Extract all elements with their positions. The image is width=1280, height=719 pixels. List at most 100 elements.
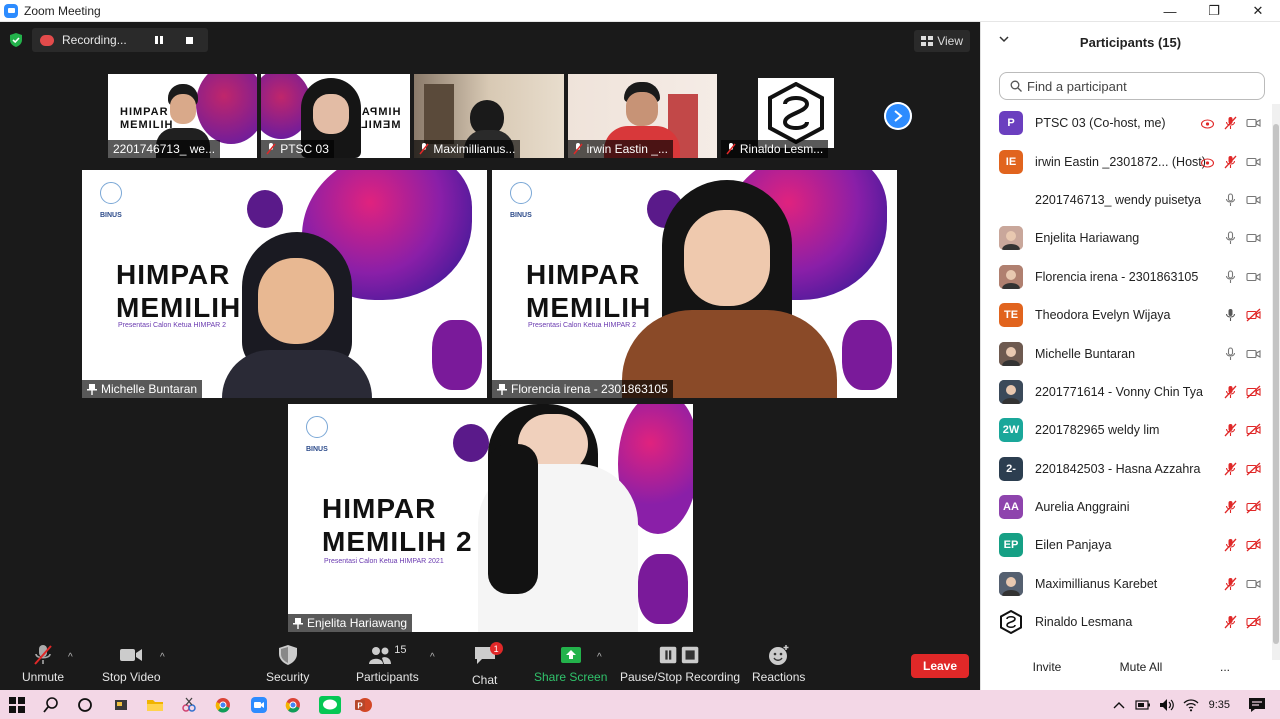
participant-row[interactable]: EP Eilen Panjaya: [981, 526, 1271, 564]
video-thumbnail[interactable]: HIMPAR MEMILIH 2201746713_ we...: [108, 74, 258, 158]
minimize-button[interactable]: —: [1148, 0, 1192, 22]
leave-button[interactable]: Leave: [911, 654, 969, 678]
video-on-icon[interactable]: [1246, 155, 1261, 169]
participant-row[interactable]: Michelle Buntaran: [981, 334, 1271, 372]
close-button[interactable]: ✕: [1236, 0, 1280, 22]
video-off-icon[interactable]: [1246, 308, 1261, 322]
line-app-icon[interactable]: [316, 694, 344, 716]
windows-start-icon[interactable]: [6, 694, 28, 716]
file-explorer-icon[interactable]: [144, 694, 166, 716]
notifications-icon[interactable]: [1248, 697, 1266, 713]
participant-row[interactable]: 2- 2201842503 - Hasna Azzahra: [981, 450, 1271, 488]
share-options-caret[interactable]: ^: [597, 652, 602, 663]
volume-icon[interactable]: [1159, 698, 1175, 712]
stop-recording-button[interactable]: [178, 31, 200, 49]
video-off-icon[interactable]: [1246, 423, 1261, 437]
restore-button[interactable]: ❐: [1192, 0, 1236, 22]
window-controls: — ❐ ✕: [1148, 0, 1280, 22]
video-on-icon[interactable]: [1246, 577, 1261, 591]
mute-all-button[interactable]: Mute All: [1115, 656, 1167, 678]
task-view-icon[interactable]: [110, 694, 132, 716]
video-on-icon[interactable]: [1246, 231, 1261, 245]
snipping-tool-icon[interactable]: [178, 694, 200, 716]
participant-row[interactable]: 2201746713_ wendy puisetya: [981, 181, 1271, 219]
participants-options-caret[interactable]: ^: [430, 652, 435, 663]
tile-name-label: Enjelita Hariawang: [288, 614, 413, 632]
video-on-icon[interactable]: [1246, 270, 1261, 284]
next-page-button[interactable]: [884, 102, 912, 130]
mic-icon[interactable]: [1223, 346, 1238, 361]
participant-row[interactable]: IE irwin Eastin _2301872... (Host): [981, 142, 1271, 180]
participant-row[interactable]: Maximillianus Karebet: [981, 565, 1271, 603]
encryption-shield-icon[interactable]: [8, 32, 24, 48]
video-thumbnail[interactable]: Rinaldo Lesm...: [720, 74, 871, 158]
muted-mic-icon[interactable]: [1223, 462, 1238, 476]
pause-stop-recording-button[interactable]: Pause/Stop Recording: [620, 644, 740, 684]
mic-active-icon[interactable]: [1223, 308, 1238, 322]
video-off-icon[interactable]: [1246, 538, 1261, 552]
chrome-icon[interactable]: [212, 694, 234, 716]
video-tile[interactable]: BINUS HIMPAR MEMILIH Presentasi Calon Ket…: [82, 170, 487, 398]
mic-icon[interactable]: [1223, 231, 1238, 245]
participants-button[interactable]: 15 Participants: [356, 644, 419, 684]
search-input[interactable]: [1027, 78, 1247, 94]
muted-mic-icon[interactable]: [1223, 385, 1238, 399]
video-on-icon[interactable]: [1246, 116, 1261, 130]
security-button[interactable]: Security: [266, 644, 309, 684]
muted-mic-icon[interactable]: [1223, 155, 1238, 169]
participant-row[interactable]: 2W 2201782965 weldy lim: [981, 411, 1271, 449]
video-thumbnail[interactable]: HIMPAR MEMILIH PTSC 03: [261, 74, 411, 158]
participant-name: 2201771614 - Vonny Chin Tya: [1035, 384, 1203, 399]
mic-icon[interactable]: [1223, 193, 1238, 207]
muted-mic-icon[interactable]: [1223, 615, 1238, 629]
video-thumbnail[interactable]: Maximillianus...: [414, 74, 564, 158]
muted-mic-icon[interactable]: [1223, 500, 1238, 514]
reactions-button[interactable]: Reactions: [752, 644, 805, 684]
participant-row[interactable]: Enjelita Hariawang: [981, 219, 1271, 257]
video-off-icon[interactable]: [1246, 462, 1261, 476]
video-thumbnail[interactable]: irwin Eastin _...: [567, 74, 717, 158]
pause-recording-button[interactable]: [148, 31, 170, 49]
video-on-icon[interactable]: [1246, 347, 1261, 361]
mic-icon[interactable]: [1223, 270, 1238, 284]
chevron-up-icon[interactable]: [1113, 700, 1125, 710]
wifi-icon[interactable]: [1183, 698, 1199, 712]
video-on-icon[interactable]: [1246, 193, 1261, 207]
scrollbar-thumb[interactable]: [1273, 124, 1279, 644]
video-tile[interactable]: BINUS HIMPAR MEMILIH Presentasi Calon Ket…: [492, 170, 897, 398]
chat-button[interactable]: 1 Chat: [472, 642, 503, 687]
view-button[interactable]: View: [914, 30, 970, 52]
participant-row[interactable]: Rinaldo Lesmana: [981, 603, 1271, 641]
participant-row[interactable]: 2201771614 - Vonny Chin Tya: [981, 373, 1271, 411]
unmute-button[interactable]: Unmute: [22, 644, 64, 684]
participant-row[interactable]: P PTSC 03 (Co-host, me): [981, 104, 1271, 142]
invite-button[interactable]: Invite: [1027, 656, 1067, 678]
video-off-icon[interactable]: [1246, 500, 1261, 514]
muted-mic-icon[interactable]: [1223, 538, 1238, 552]
video-off-icon[interactable]: [1246, 615, 1261, 629]
chrome-icon[interactable]: [282, 694, 304, 716]
cortana-icon[interactable]: [74, 694, 96, 716]
video-options-caret[interactable]: ^: [160, 652, 165, 663]
muted-mic-icon[interactable]: [1223, 423, 1238, 437]
share-screen-button[interactable]: Share Screen: [534, 644, 607, 684]
participant-row[interactable]: TE Theodora Evelyn Wijaya: [981, 296, 1271, 334]
muted-mic-icon[interactable]: [1223, 577, 1238, 591]
participant-row[interactable]: AA Aurelia Anggraini: [981, 488, 1271, 526]
audio-options-caret[interactable]: ^: [68, 652, 73, 663]
participant-row[interactable]: Florencia irena - 2301863105: [981, 258, 1271, 296]
stop-video-button[interactable]: Stop Video: [102, 644, 161, 684]
search-icon[interactable]: [40, 694, 62, 716]
participant-list-scrollbar[interactable]: [1272, 104, 1280, 660]
chevron-down-icon[interactable]: [999, 34, 1009, 44]
zoom-taskbar-icon[interactable]: [248, 694, 270, 716]
avatar-photo-icon: [999, 226, 1023, 251]
powerpoint-icon[interactable]: P: [352, 694, 374, 716]
battery-icon[interactable]: [1134, 699, 1151, 711]
clock-time[interactable]: 9:35: [1209, 699, 1230, 711]
video-tile[interactable]: BINUS HIMPAR MEMILIH 2 Presentasi Calon K…: [288, 404, 693, 632]
muted-mic-icon[interactable]: [1223, 116, 1238, 130]
more-options-button[interactable]: ...: [1213, 656, 1237, 678]
video-off-icon[interactable]: [1246, 385, 1261, 399]
participant-search[interactable]: [999, 72, 1265, 100]
